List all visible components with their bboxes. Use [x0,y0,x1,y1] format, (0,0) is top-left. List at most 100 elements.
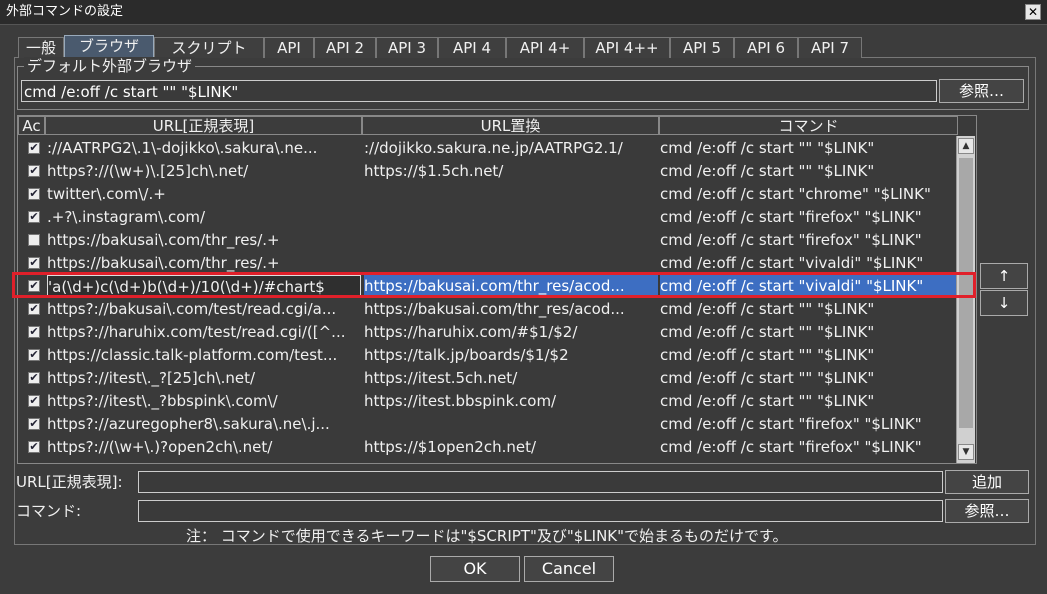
row-command: cmd /e:off /c start "" "$LINK" [660,392,875,410]
command-browse-button[interactable]: 参照… [945,499,1029,523]
table-row[interactable]: ✔ https?://bakusai\.com/test/read.cgi/a..… [18,298,958,321]
table-row[interactable]: ✔ https?://azuregopher8\.sakura\.ne\.j...… [18,413,958,436]
tab-script[interactable]: スクリプト [154,37,264,58]
move-down-button[interactable]: ↓ [980,290,1028,316]
unchecked-checkbox[interactable] [28,234,40,246]
close-icon[interactable]: ✕ [1025,4,1041,20]
table-row[interactable]: ✔ .+?\.instagram\.com/cmd /e:off /c start… [18,206,958,229]
row-command: cmd /e:off /c start "" "$LINK" [660,162,875,180]
checked-checkbox[interactable]: ✔ [28,372,40,384]
checked-checkbox[interactable]: ✔ [28,349,40,361]
default-browser-legend: デフォルト外部ブラウザ [24,57,196,75]
row-command: cmd /e:off /c start "" "$LINK" [660,323,875,341]
checked-checkbox[interactable]: ✔ [28,188,40,200]
tab-api-7[interactable]: API 7 [798,37,862,58]
table-row[interactable]: ✔ twitter\.com\/.+ cmd /e:off /c start "ch… [18,183,958,206]
header-url-regex[interactable]: URL[正規表現] [45,116,362,135]
row-url-regex: https://bakusai\.com/thr_res/.+ [47,231,280,249]
cancel-button[interactable]: Cancel [524,556,614,582]
row-url-replace [364,183,658,206]
row-url-regex: https?://itest\._?[25]ch\.net/ [47,369,256,387]
row-command: cmd /e:off /c start "" "$LINK" [660,300,875,318]
row-command: cmd /e:off /c start "" "$LINK" [660,369,875,387]
row-url-replace: https://$1.5ch.net/ [364,162,504,180]
command-label: コマンド: [16,502,82,520]
table-row[interactable]: ✔ https?://itest\._?bbspink\.com\/ https:/… [18,390,958,413]
selection-highlight-box [12,272,976,298]
row-url-replace: https://$1open2ch.net/ [364,438,537,456]
ok-button[interactable]: OK [430,556,520,582]
header-url-replace[interactable]: URL置換 [362,116,659,135]
tab-api[interactable]: API [264,37,314,58]
table-row[interactable]: ✔ https?://(\w+)\.[25]ch\.net/https://$1.… [18,160,958,183]
row-active-cell: ✔ [22,413,44,436]
row-url-regex: ://AATRPG2\.1\-dojikko\.sakura\.ne... [47,139,318,157]
row-active-cell: ✔ [22,390,44,413]
default-browser-input[interactable]: cmd /e:off /c start "" "$LINK" [21,80,937,102]
scroll-down-icon[interactable]: ▼ [958,444,974,460]
url-regex-input[interactable] [138,471,943,493]
row-url-regex: https?://(\w+)\.[25]ch\.net/ [47,162,249,180]
tab-general[interactable]: 一般 [18,37,64,58]
header-command[interactable]: コマンド [659,116,958,135]
tab-api-2[interactable]: API 2 [314,37,376,58]
row-active-cell: ✔ [22,160,44,183]
row-active-cell: ✔ [22,298,44,321]
tab-browser[interactable]: ブラウザ [64,35,154,58]
default-browser-browse-button[interactable]: 参照… [939,79,1024,103]
table-row[interactable]: ✔ https?://haruhix.com/test/read.cgi/([^.… [18,321,958,344]
row-url-regex: https?://haruhix.com/test/read.cgi/([^..… [47,323,346,341]
url-regex-label: URL[正規表現]: [16,473,123,491]
row-url-replace: ://dojikko.sakura.ne.jp/AATRPG2.1/ [364,139,623,157]
checked-checkbox[interactable]: ✔ [28,418,40,430]
row-command: cmd /e:off /c start "chrome" "$LINK" [660,185,931,203]
checked-checkbox[interactable]: ✔ [28,441,40,453]
checked-checkbox[interactable]: ✔ [28,303,40,315]
list-header: Ac URL[正規表現] URL置換 コマンド [18,116,958,136]
table-row[interactable]: ✔ https?://itest\._?[25]ch\.net/https://i… [18,367,958,390]
checked-checkbox[interactable]: ✔ [28,142,40,154]
row-url-replace: https://itest.5ch.net/ [364,369,518,387]
checked-checkbox[interactable]: ✔ [28,326,40,338]
table-row[interactable]: ✔ ://AATRPG2\.1\-dojikko\.sakura\.ne... :/… [18,137,958,160]
title-bar: 外部コマンドの設定 ✕ [0,0,1047,25]
tab-api-4plusplus[interactable]: API 4++ [584,37,670,58]
row-active-cell: ✔ [22,344,44,367]
checked-checkbox[interactable]: ✔ [28,257,40,269]
table-row[interactable]: ✔ https://classic.talk-platform.com/test.… [18,344,958,367]
row-url-regex: https://classic.talk-platform.com/test..… [47,346,338,364]
row-url-replace: https://itest.bbspink.com/ [364,392,557,410]
add-button[interactable]: 追加 [945,470,1029,494]
tab-api-4[interactable]: API 4 [438,37,506,58]
row-url-replace: https://talk.jp/boards/$1/$2 [364,346,569,364]
row-command: cmd /e:off /c start "firefox" "$LINK" [660,231,922,249]
row-active-cell: ✔ [22,183,44,206]
row-url-replace [364,229,658,252]
tab-api-6[interactable]: API 6 [734,37,798,58]
window-title: 外部コマンドの設定 [6,4,124,19]
row-url-replace: https://haruhix.com/#$1/$2/ [364,323,578,341]
row-command: cmd /e:off /c start "firefox" "$LINK" [660,438,922,456]
scroll-up-icon[interactable]: ▲ [958,138,974,154]
row-url-regex: .+?\.instagram\.com/ [47,208,206,226]
checked-checkbox[interactable]: ✔ [28,211,40,223]
row-url-regex: https?://azuregopher8\.sakura\.ne\.j... [47,415,330,433]
tab-api-4plus[interactable]: API 4+ [506,37,584,58]
command-input[interactable] [138,500,943,522]
list-scrollbar[interactable]: ▲ ▼ [956,136,975,463]
checked-checkbox[interactable]: ✔ [28,395,40,407]
row-url-regex: https?://(\w+\.)?open2ch\.net/ [47,438,273,456]
table-row[interactable]: https://bakusai\.com/thr_res/.+ cmd /e:of… [18,229,958,252]
tab-api-5[interactable]: API 5 [670,37,734,58]
row-url-replace [364,206,658,229]
keyword-note: 注： コマンドで使用できるキーワードは"$SCRIPT"及び"$LINK"で始ま… [186,527,788,545]
checked-checkbox[interactable]: ✔ [28,165,40,177]
table-row[interactable]: ✔ https?://(\w+\.)?open2ch\.net/https://$… [18,436,958,459]
tab-api-3[interactable]: API 3 [376,37,438,58]
row-url-replace: https://bakusai.com/thr_res/acod... [364,300,625,318]
move-up-button[interactable]: ↑ [980,263,1028,289]
row-command: cmd /e:off /c start "" "$LINK" [660,139,875,157]
row-active-cell: ✔ [22,367,44,390]
header-active[interactable]: Ac [18,116,45,135]
row-url-regex: twitter\.com\/.+ [47,185,166,203]
